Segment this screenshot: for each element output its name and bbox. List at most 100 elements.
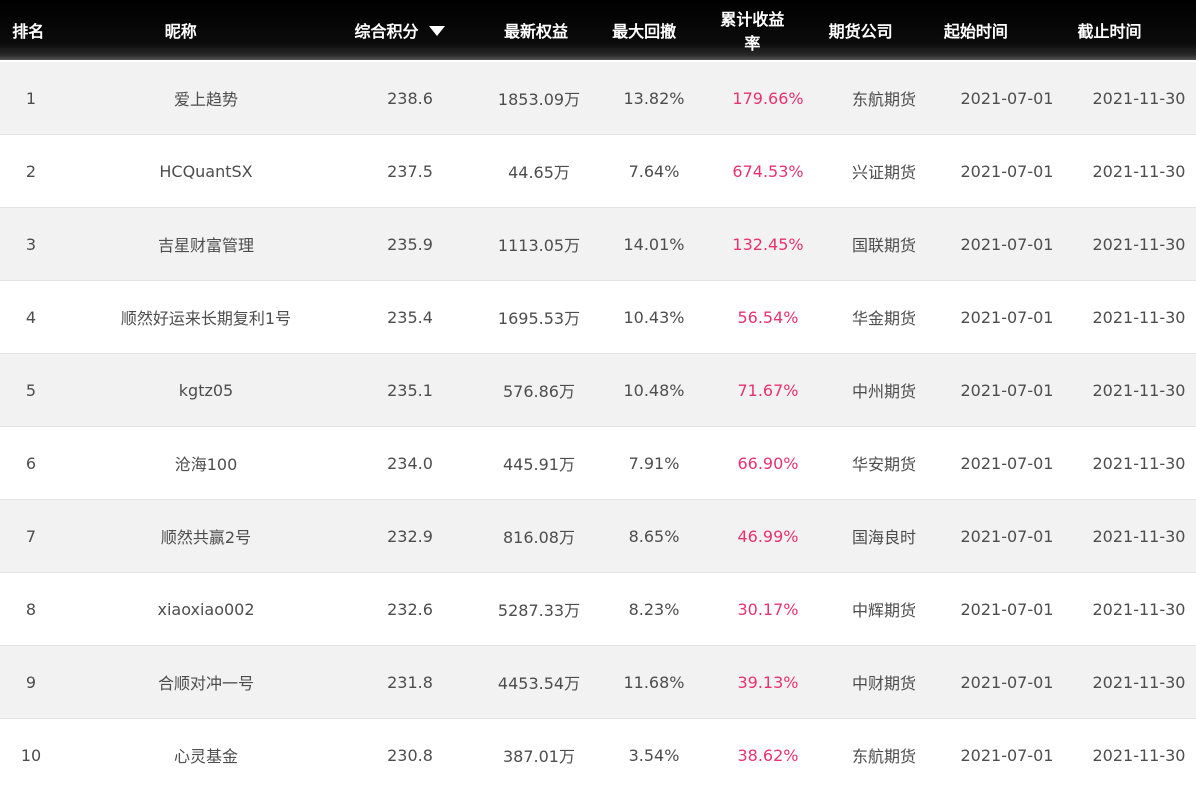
table-row[interactable]: 10 心灵基金 230.8 387.01万 3.54% 38.62% 东航期货 2021-07… <box>0 719 1196 788</box>
cell-drawdown: 10.48% <box>623 380 685 400</box>
cell-drawdown: 8.23% <box>628 599 680 619</box>
table-row[interactable]: 3 吉星财富管理 235.9 1113.05万 14.01% 132.45% 国联期货 202… <box>0 208 1196 281</box>
cell-start-date: 2021-07-01 <box>960 672 1054 692</box>
cell-end-date: 2021-11-30 <box>1092 307 1186 327</box>
cell-rank: 5 <box>25 380 37 400</box>
cell-score: 235.4 <box>387 307 433 327</box>
cell-end-date: 2021-11-30 <box>1092 234 1186 254</box>
cell-drawdown: 7.91% <box>628 453 680 473</box>
cell-end-date: 2021-11-30 <box>1092 380 1186 400</box>
cell-drawdown: 8.65% <box>628 526 680 546</box>
cell-score: 235.9 <box>387 234 433 254</box>
table-body: 1 爱上趋势 238.6 1853.09万 13.82% 179.66% 东航期货 2021-… <box>0 62 1196 788</box>
cell-end-date: 2021-11-30 <box>1092 453 1186 473</box>
header-start-date[interactable]: 起始时间 <box>929 0 1023 60</box>
cell-nickname: 合顺对冲一号 <box>157 674 254 693</box>
table-row[interactable]: 9 合顺对冲一号 231.8 4453.54万 11.68% 39.13% 中财期货 2021… <box>0 646 1196 719</box>
cell-equity: 387.01万 <box>503 747 575 766</box>
cell-return: 46.99% <box>737 526 799 546</box>
cell-equity: 5287.33万 <box>497 601 581 620</box>
table-row[interactable]: 5 kgtz05 235.1 576.86万 10.48% 71.67% 中州期货 2021-… <box>0 354 1196 427</box>
cell-end-date: 2021-11-30 <box>1092 88 1186 108</box>
header-nickname[interactable]: 昵称 <box>58 0 303 60</box>
cell-nickname: xiaoxiao002 <box>157 599 255 619</box>
table-row[interactable]: 4 顺然好运来长期复利1号 235.4 1695.53万 10.43% 56.54% 华金期… <box>0 281 1196 354</box>
cell-broker: 中州期货 <box>851 382 916 401</box>
cell-start-date: 2021-07-01 <box>960 161 1054 181</box>
cell-rank: 4 <box>25 307 37 327</box>
cell-return: 132.45% <box>732 234 804 254</box>
cell-rank: 1 <box>25 88 37 108</box>
cell-broker: 东航期货 <box>851 747 916 766</box>
cell-score: 237.5 <box>387 161 433 181</box>
cell-end-date: 2021-11-30 <box>1092 672 1186 692</box>
cell-rank: 10 <box>20 745 42 765</box>
cell-equity: 445.91万 <box>503 455 575 474</box>
cell-drawdown: 7.64% <box>628 161 680 181</box>
cell-end-date: 2021-11-30 <box>1092 599 1186 619</box>
cell-start-date: 2021-07-01 <box>960 599 1054 619</box>
cell-nickname: 顺然共赢2号 <box>160 528 252 547</box>
header-equity[interactable]: 最新权益 <box>496 0 576 60</box>
cell-rank: 2 <box>25 161 37 181</box>
cell-nickname: 吉星财富管理 <box>157 236 254 255</box>
cell-drawdown: 13.82% <box>623 88 685 108</box>
cell-nickname: 顺然好运来长期复利1号 <box>120 309 292 328</box>
cell-rank: 6 <box>25 453 37 473</box>
cell-rank: 7 <box>25 526 37 546</box>
cell-equity: 1853.09万 <box>497 90 581 109</box>
caret-down-icon[interactable] <box>428 25 445 36</box>
cell-score: 231.8 <box>387 672 433 692</box>
cell-equity: 44.65万 <box>508 163 570 182</box>
cell-nickname: 沧海100 <box>174 455 238 474</box>
header-score-sort[interactable]: 综合积分 <box>303 0 496 60</box>
cell-drawdown: 14.01% <box>623 234 685 254</box>
cell-broker: 国海良时 <box>851 528 916 547</box>
ranking-table: 排名 昵称 综合积分 最新权益 最大回撤 累计收益率 期货公司 起始时间 截止时… <box>0 0 1196 788</box>
cell-broker: 华金期货 <box>851 309 916 328</box>
cell-drawdown: 3.54% <box>628 745 680 765</box>
cell-broker: 中辉期货 <box>851 601 916 620</box>
cell-start-date: 2021-07-01 <box>960 453 1054 473</box>
table-row[interactable]: 2 HCQuantSX 237.5 44.65万 7.64% 674.53% 兴证期货 202… <box>0 135 1196 208</box>
header-rank[interactable]: 排名 <box>0 0 58 60</box>
cell-start-date: 2021-07-01 <box>960 88 1054 108</box>
cell-start-date: 2021-07-01 <box>960 745 1054 765</box>
table-row[interactable]: 6 沧海100 234.0 445.91万 7.91% 66.90% 华安期货 2021-07… <box>0 427 1196 500</box>
header-score-label: 综合积分 <box>354 22 419 41</box>
cell-return: 38.62% <box>737 745 799 765</box>
cell-return: 71.67% <box>737 380 799 400</box>
cell-return: 66.90% <box>737 453 799 473</box>
cell-equity: 576.86万 <box>503 382 575 401</box>
cell-nickname: 爱上趋势 <box>173 90 238 109</box>
cell-score: 235.1 <box>387 380 433 400</box>
cell-broker: 国联期货 <box>851 236 916 255</box>
cell-score: 230.8 <box>387 745 433 765</box>
cell-rank: 3 <box>25 234 37 254</box>
header-return[interactable]: 累计收益率 <box>712 0 792 60</box>
cell-return: 179.66% <box>732 88 804 108</box>
cell-nickname: HCQuantSX <box>159 161 253 181</box>
cell-return: 674.53% <box>732 161 804 181</box>
cell-score: 238.6 <box>387 88 433 108</box>
cell-equity: 4453.54万 <box>497 674 581 693</box>
table-row[interactable]: 1 爱上趋势 238.6 1853.09万 13.82% 179.66% 东航期货 2021-… <box>0 62 1196 135</box>
cell-return: 39.13% <box>737 672 799 692</box>
cell-end-date: 2021-11-30 <box>1092 526 1186 546</box>
cell-end-date: 2021-11-30 <box>1092 161 1186 181</box>
cell-nickname: 心灵基金 <box>173 747 238 766</box>
cell-rank: 8 <box>25 599 37 619</box>
header-drawdown[interactable]: 最大回撤 <box>576 0 712 60</box>
table-row[interactable]: 8 xiaoxiao002 232.6 5287.33万 8.23% 30.17% 中辉期货… <box>0 573 1196 646</box>
header-end-date[interactable]: 截止时间 <box>1023 0 1196 60</box>
cell-drawdown: 11.68% <box>623 672 685 692</box>
cell-start-date: 2021-07-01 <box>960 526 1054 546</box>
table-header: 排名 昵称 综合积分 最新权益 最大回撤 累计收益率 期货公司 起始时间 截止时… <box>0 0 1196 60</box>
cell-score: 232.6 <box>387 599 433 619</box>
cell-equity: 816.08万 <box>503 528 575 547</box>
cell-score: 232.9 <box>387 526 433 546</box>
cell-equity: 1695.53万 <box>497 309 581 328</box>
table-row[interactable]: 7 顺然共赢2号 232.9 816.08万 8.65% 46.99% 国海良时 2021-0… <box>0 500 1196 573</box>
cell-start-date: 2021-07-01 <box>960 307 1054 327</box>
header-broker[interactable]: 期货公司 <box>792 0 928 60</box>
